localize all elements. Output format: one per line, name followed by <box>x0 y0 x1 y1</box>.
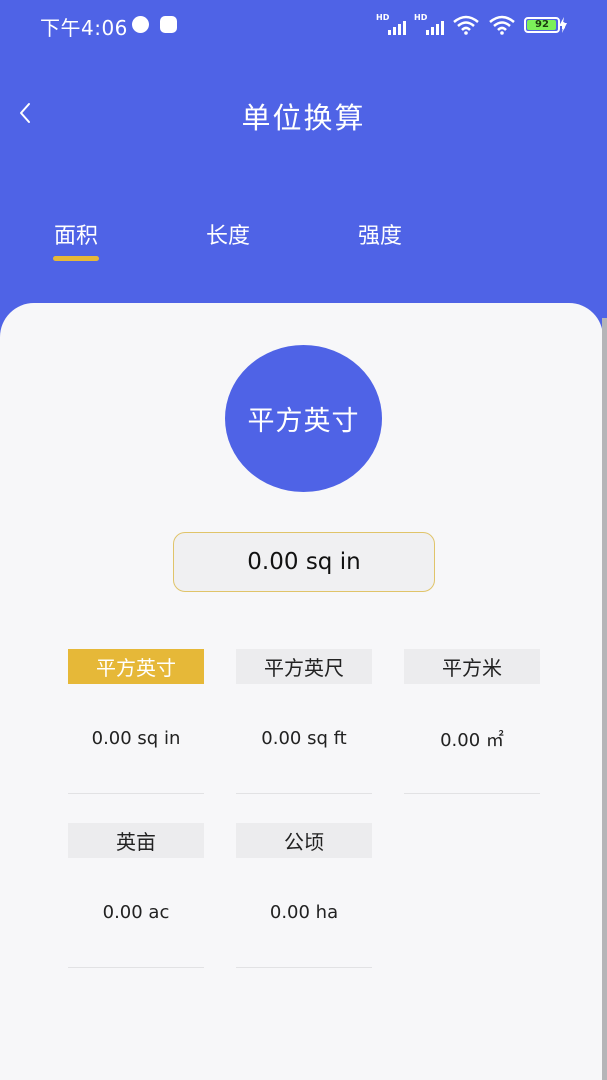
charging-icon <box>559 17 567 33</box>
tab-area[interactable]: 面积 <box>36 218 116 250</box>
tab-active-indicator <box>53 256 99 261</box>
cellular-signal-icon-2: HD <box>414 13 444 35</box>
unit-value: 0.00 sq in <box>68 684 204 794</box>
unit-value: 0.00 ac <box>68 858 204 968</box>
tab-intensity[interactable]: 强度 <box>340 218 420 250</box>
unit-value: 0.00 ㎡ <box>404 684 540 794</box>
unit-card-square-meter[interactable]: 平方米 0.00 ㎡ <box>404 649 540 794</box>
cellular-signal-icon: HD <box>376 13 406 35</box>
tab-length[interactable]: 长度 <box>188 218 268 250</box>
unit-label: 平方米 <box>404 649 540 684</box>
wifi-icon <box>453 15 479 35</box>
unit-card-square-foot[interactable]: 平方英尺 0.00 sq ft <box>236 649 372 794</box>
unit-label: 平方英寸 <box>68 649 204 684</box>
value-input[interactable]: 0.00 sq in <box>173 532 435 592</box>
status-time: 下午4:06 <box>40 16 128 40</box>
unit-label: 公顷 <box>236 823 372 858</box>
unit-card-hectare[interactable]: 公顷 0.00 ha <box>236 823 372 968</box>
scrollbar <box>602 318 607 1080</box>
unit-card-acre[interactable]: 英亩 0.00 ac <box>68 823 204 968</box>
unit-value: 0.00 sq ft <box>236 684 372 794</box>
status-bar: 下午4:06 HD HD 92 <box>0 0 607 50</box>
unit-card-square-inch[interactable]: 平方英寸 0.00 sq in <box>68 649 204 794</box>
unit-label: 英亩 <box>68 823 204 858</box>
battery-level: 92 <box>535 19 549 30</box>
current-unit-circle: 平方英寸 <box>225 345 382 492</box>
unit-value: 0.00 ha <box>236 858 372 968</box>
wifi-icon-2 <box>489 15 515 35</box>
notification-app-icon <box>132 16 149 33</box>
notification-app-icon-2 <box>160 16 177 33</box>
battery-icon: 92 <box>524 17 560 33</box>
unit-label: 平方英尺 <box>236 649 372 684</box>
page-title: 单位换算 <box>241 101 366 135</box>
